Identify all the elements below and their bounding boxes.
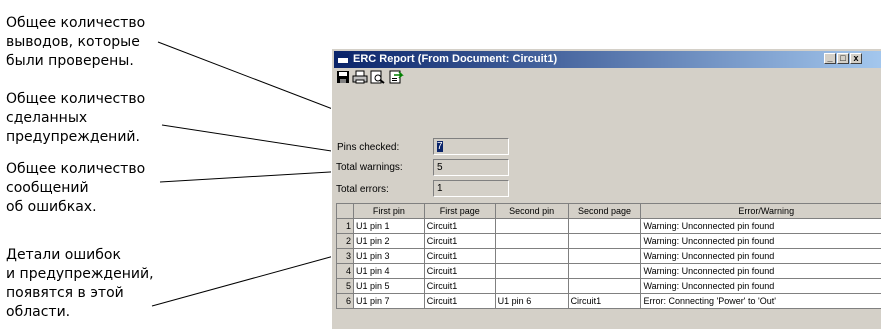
total-errors-label: Total errors: [336,184,389,195]
column-header-first-page[interactable]: First page [424,204,495,219]
table-row[interactable]: 1 U1 pin 1 Circuit1 Warning: Unconnected… [337,219,881,234]
column-header-error-warning[interactable]: Error/Warning [641,204,881,219]
row-number: 1 [337,219,354,234]
total-warnings-label: Total warnings: [336,162,403,173]
cell-error-warning[interactable]: Warning: Unconnected pin found [641,219,881,234]
cell-first-page[interactable]: Circuit1 [424,234,495,249]
table-row[interactable]: 4 U1 pin 4 Circuit1 Warning: Unconnected… [337,264,881,279]
print-preview-icon[interactable] [370,70,386,86]
cell-second-pin[interactable]: U1 pin 6 [495,294,568,309]
cell-first-pin[interactable]: U1 pin 3 [353,249,424,264]
column-header-second-pin[interactable]: Second pin [495,204,568,219]
minimize-button[interactable]: _ [824,53,836,64]
column-header-second-page[interactable]: Second page [568,204,641,219]
row-number: 5 [337,279,354,294]
pins-checked-field[interactable]: 7 [433,138,509,155]
leader-line-errors [160,171,347,182]
export-icon[interactable] [388,70,404,86]
save-icon[interactable] [336,70,352,86]
cell-first-page[interactable]: Circuit1 [424,249,495,264]
cell-second-page[interactable]: Circuit1 [568,294,641,309]
cell-second-page[interactable] [568,249,641,264]
cell-first-pin[interactable]: U1 pin 2 [353,234,424,249]
pins-checked-value: 7 [437,141,443,152]
cell-second-page[interactable] [568,264,641,279]
cell-second-pin[interactable] [495,234,568,249]
table-row[interactable]: 6 U1 pin 7 Circuit1 U1 pin 6 Circuit1 Er… [337,294,881,309]
cell-error-warning[interactable]: Error: Connecting 'Power' to 'Out' [641,294,881,309]
row-number: 4 [337,264,354,279]
erc-report-window: ERC Report (From Document: Circuit1) _ □… [331,48,881,329]
erc-results-grid: First pin First page Second pin Second p… [336,203,881,309]
window-app-icon [337,54,349,64]
cell-first-pin[interactable]: U1 pin 1 [353,219,424,234]
cell-first-pin[interactable]: U1 pin 4 [353,264,424,279]
cell-first-page[interactable]: Circuit1 [424,279,495,294]
cell-error-warning[interactable]: Warning: Unconnected pin found [641,234,881,249]
leader-line-details [152,256,334,306]
pins-checked-label: Pins checked: [337,142,399,153]
cell-error-warning[interactable]: Warning: Unconnected pin found [641,249,881,264]
cell-first-page[interactable]: Circuit1 [424,219,495,234]
cell-first-page[interactable]: Circuit1 [424,294,495,309]
cell-first-pin[interactable]: U1 pin 5 [353,279,424,294]
maximize-button[interactable]: □ [837,53,849,64]
cell-first-pin[interactable]: U1 pin 7 [353,294,424,309]
cell-second-pin[interactable] [495,249,568,264]
title-bar[interactable]: ERC Report (From Document: Circuit1) _ □… [334,51,881,68]
table-row[interactable]: 2 U1 pin 2 Circuit1 Warning: Unconnected… [337,234,881,249]
total-warnings-field[interactable]: 5 [433,159,509,176]
cell-error-warning[interactable]: Warning: Unconnected pin found [641,264,881,279]
print-icon[interactable] [352,70,368,86]
row-number-header [337,204,354,219]
cell-error-warning[interactable]: Warning: Unconnected pin found [641,279,881,294]
window-title: ERC Report (From Document: Circuit1) [353,51,557,68]
close-button[interactable]: x [850,53,862,64]
row-number: 6 [337,294,354,309]
table-row[interactable]: 3 U1 pin 3 Circuit1 Warning: Unconnected… [337,249,881,264]
cell-first-page[interactable]: Circuit1 [424,264,495,279]
column-header-first-pin[interactable]: First pin [353,204,424,219]
cell-second-page[interactable] [568,234,641,249]
table-row[interactable]: 5 U1 pin 5 Circuit1 Warning: Unconnected… [337,279,881,294]
grid-header-row: First pin First page Second pin Second p… [337,204,881,219]
row-number: 3 [337,249,354,264]
cell-second-pin[interactable] [495,264,568,279]
cell-second-page[interactable] [568,279,641,294]
cell-second-pin[interactable] [495,219,568,234]
cell-second-pin[interactable] [495,279,568,294]
cell-second-page[interactable] [568,219,641,234]
row-number: 2 [337,234,354,249]
total-errors-field[interactable]: 1 [433,180,509,197]
